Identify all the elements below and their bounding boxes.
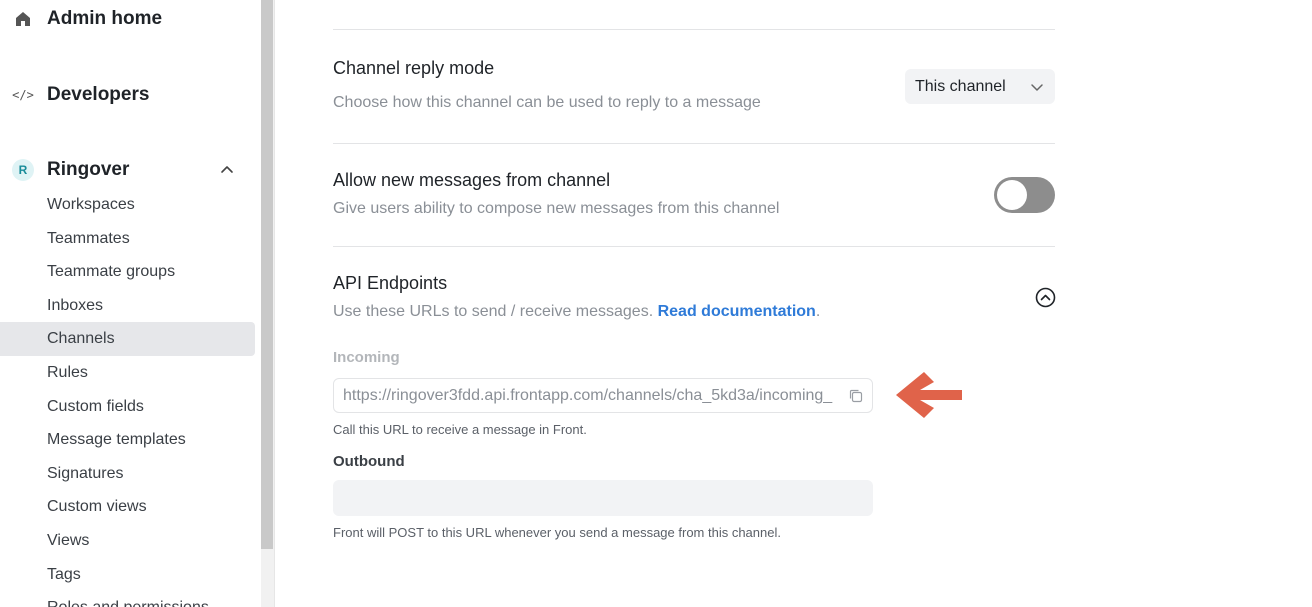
reply-mode-description: Choose how this channel can be used to r… xyxy=(333,94,761,111)
sidebar-item-custom-views[interactable]: Custom views xyxy=(0,490,255,524)
workspace-name: Ringover xyxy=(47,159,130,180)
sidebar-item-label: Custom fields xyxy=(47,398,144,415)
sidebar-item-channels[interactable]: Channels xyxy=(0,322,255,356)
sidebar-item-label: Teammates xyxy=(47,230,130,247)
chevron-up-icon[interactable] xyxy=(218,161,236,179)
code-icon: </> xyxy=(12,88,34,102)
sidebar-item-label: Signatures xyxy=(47,465,124,482)
nav-workspace-ringover[interactable]: R Ringover xyxy=(0,155,255,185)
new-messages-title: Allow new messages from channel xyxy=(333,170,611,190)
reply-mode-select[interactable]: This channel xyxy=(905,69,1055,104)
sidebar-item-label: Inboxes xyxy=(47,297,104,314)
section-divider xyxy=(333,29,1055,30)
sidebar-item-roles-and-permissions[interactable]: Roles and permissions xyxy=(0,591,255,607)
chevron-up-circle-icon[interactable] xyxy=(1035,287,1056,308)
sidebar-item-rules[interactable]: Rules xyxy=(0,356,255,390)
reply-mode-select-value: This channel xyxy=(915,77,1006,95)
sidebar: Admin home </> Developers R Ringover Wor… xyxy=(0,0,261,607)
outbound-url-input[interactable] xyxy=(333,480,873,516)
incoming-label: Incoming xyxy=(333,349,400,366)
sidebar-item-teammates[interactable]: Teammates xyxy=(0,222,255,256)
nav-admin-home-label: Admin home xyxy=(47,8,163,29)
sidebar-item-label: Message templates xyxy=(47,431,186,448)
incoming-url-field[interactable]: https://ringover3fdd.api.frontapp.com/ch… xyxy=(333,378,873,413)
nav-admin-home[interactable]: Admin home xyxy=(0,4,255,34)
section-divider xyxy=(333,143,1055,144)
outbound-hint: Front will POST to this URL whenever you… xyxy=(333,525,781,540)
sidebar-item-label: Tags xyxy=(47,566,81,583)
incoming-hint: Call this URL to receive a message in Fr… xyxy=(333,422,587,437)
outbound-label: Outbound xyxy=(333,453,405,470)
sidebar-item-message-templates[interactable]: Message templates xyxy=(0,423,255,457)
sidebar-item-workspaces[interactable]: Workspaces xyxy=(0,188,255,222)
sidebar-item-teammate-groups[interactable]: Teammate groups xyxy=(0,255,255,289)
section-divider xyxy=(333,246,1055,247)
chevron-down-icon xyxy=(1029,79,1045,95)
sidebar-item-label: Rules xyxy=(47,364,88,381)
sidebar-item-views[interactable]: Views xyxy=(0,524,255,558)
api-endpoints-title: API Endpoints xyxy=(333,273,448,293)
sidebar-item-label: Channels xyxy=(47,330,115,347)
new-messages-toggle[interactable] xyxy=(994,177,1055,213)
sidebar-item-inboxes[interactable]: Inboxes xyxy=(0,289,255,323)
sidebar-item-label: Custom views xyxy=(47,498,147,515)
workspace-avatar: R xyxy=(12,159,34,181)
sidebar-scrollbar-thumb[interactable] xyxy=(261,0,273,549)
sidebar-item-label: Views xyxy=(47,532,90,549)
incoming-url-value: https://ringover3fdd.api.frontapp.com/ch… xyxy=(343,386,833,404)
sidebar-item-signatures[interactable]: Signatures xyxy=(0,457,255,491)
arrow-left-icon xyxy=(896,372,962,418)
sidebar-item-label: Roles and permissions xyxy=(47,599,209,607)
sidebar-item-label: Workspaces xyxy=(47,196,135,213)
new-messages-description: Give users ability to compose new messag… xyxy=(333,200,780,217)
nav-developers-label: Developers xyxy=(47,84,150,105)
api-endpoints-description: Use these URLs to send / receive message… xyxy=(333,303,821,320)
read-documentation-link[interactable]: Read documentation xyxy=(658,303,816,320)
home-icon xyxy=(12,8,34,30)
nav-developers[interactable]: </> Developers xyxy=(0,80,255,110)
channel-settings-panel: Channel reply mode Choose how this chann… xyxy=(276,0,1312,607)
reply-mode-title: Channel reply mode xyxy=(333,58,495,78)
sidebar-item-tags[interactable]: Tags xyxy=(0,558,255,592)
sidebar-item-custom-fields[interactable]: Custom fields xyxy=(0,390,255,424)
sidebar-item-label: Teammate groups xyxy=(47,263,176,280)
toggle-knob xyxy=(997,180,1027,210)
sidebar-scrollbar[interactable] xyxy=(261,0,275,607)
copy-icon[interactable] xyxy=(848,388,864,404)
